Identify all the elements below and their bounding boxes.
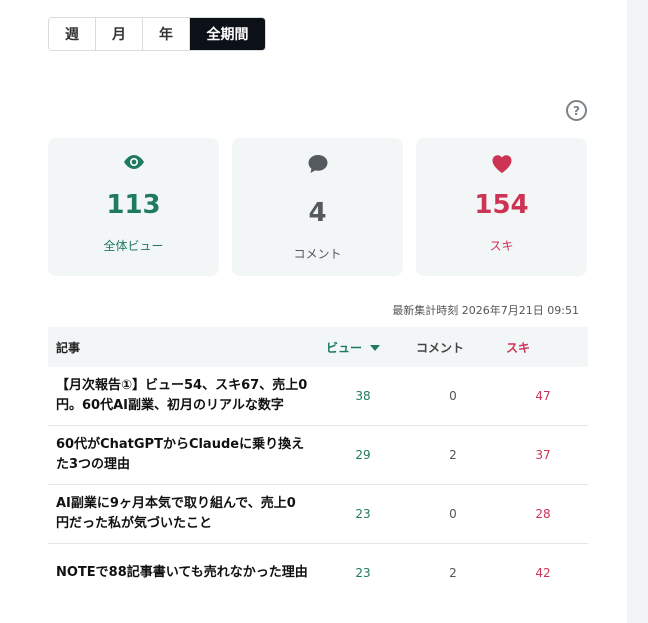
comments-card: 4 コメント bbox=[232, 138, 403, 276]
article-views: 23 bbox=[355, 566, 371, 580]
article-title[interactable]: 60代がChatGPTからClaudeに乗り換えた3つの理由 bbox=[48, 435, 318, 475]
table-row[interactable]: AI副業に9ヶ月本気で取り組んで、売上0円だった私が気づいたこと 23 0 28 bbox=[48, 485, 588, 544]
header-likes[interactable]: スキ bbox=[498, 339, 588, 356]
comments-label: コメント bbox=[293, 247, 342, 261]
views-count: 113 bbox=[106, 190, 161, 220]
header-views-label: ビュー bbox=[326, 340, 363, 355]
article-comments: 0 bbox=[449, 389, 457, 403]
likes-count: 154 bbox=[474, 190, 529, 220]
article-likes: 47 bbox=[535, 389, 551, 403]
likes-card: 154 スキ bbox=[416, 138, 587, 276]
views-card: 113 全体ビュー bbox=[48, 138, 219, 276]
likes-label: スキ bbox=[489, 239, 514, 253]
article-likes: 28 bbox=[535, 507, 551, 521]
article-title[interactable]: NOTEで88記事書いても売れなかった理由 bbox=[48, 563, 318, 583]
article-comments: 2 bbox=[449, 448, 457, 462]
comments-count: 4 bbox=[308, 198, 327, 228]
sort-down-icon bbox=[370, 345, 381, 351]
article-likes: 37 bbox=[535, 448, 551, 462]
tab-month[interactable]: 月 bbox=[96, 18, 143, 50]
article-comments: 0 bbox=[449, 507, 457, 521]
tab-year[interactable]: 年 bbox=[143, 18, 190, 50]
tab-week[interactable]: 週 bbox=[49, 18, 96, 50]
period-tabs: 週 月 年 全期間 bbox=[48, 17, 266, 51]
table-row[interactable]: NOTEで88記事書いても売れなかった理由 23 2 42 bbox=[48, 544, 588, 602]
views-label: 全体ビュー bbox=[103, 239, 164, 253]
articles-table: 記事 ビュー コメント スキ 【月次報告①】ビュー54、スキ67、売上0円。60… bbox=[48, 327, 588, 602]
article-views: 29 bbox=[355, 448, 371, 462]
article-likes: 42 bbox=[535, 566, 551, 580]
table-row[interactable]: 60代がChatGPTからClaudeに乗り換えた3つの理由 29 2 37 bbox=[48, 426, 588, 485]
header-article: 記事 bbox=[56, 340, 81, 355]
help-icon[interactable]: ? bbox=[566, 100, 587, 121]
header-views-sort[interactable]: ビュー bbox=[318, 339, 408, 356]
eye-icon bbox=[48, 154, 219, 176]
article-views: 38 bbox=[355, 389, 371, 403]
article-views: 23 bbox=[355, 507, 371, 521]
article-title[interactable]: 【月次報告①】ビュー54、スキ67、売上0円。60代AI副業、初月のリアルな数字 bbox=[48, 376, 318, 416]
last-updated-timestamp: 最新集計時刻 2026年7月21日 09:51 bbox=[392, 304, 579, 317]
comment-icon bbox=[232, 154, 403, 176]
tab-all-time[interactable]: 全期間 bbox=[190, 18, 265, 50]
table-row[interactable]: 【月次報告①】ビュー54、スキ67、売上0円。60代AI副業、初月のリアルな数字… bbox=[48, 367, 588, 426]
article-title[interactable]: AI副業に9ヶ月本気で取り組んで、売上0円だった私が気づいたこと bbox=[48, 494, 318, 534]
header-comments[interactable]: コメント bbox=[408, 339, 498, 356]
table-header: 記事 ビュー コメント スキ bbox=[48, 327, 588, 367]
stats-panel: 週 月 年 全期間 ? 113 全体ビュー 4 コメント 154 スキ 最新集計… bbox=[0, 0, 627, 623]
article-comments: 2 bbox=[449, 566, 457, 580]
heart-icon bbox=[416, 154, 587, 176]
